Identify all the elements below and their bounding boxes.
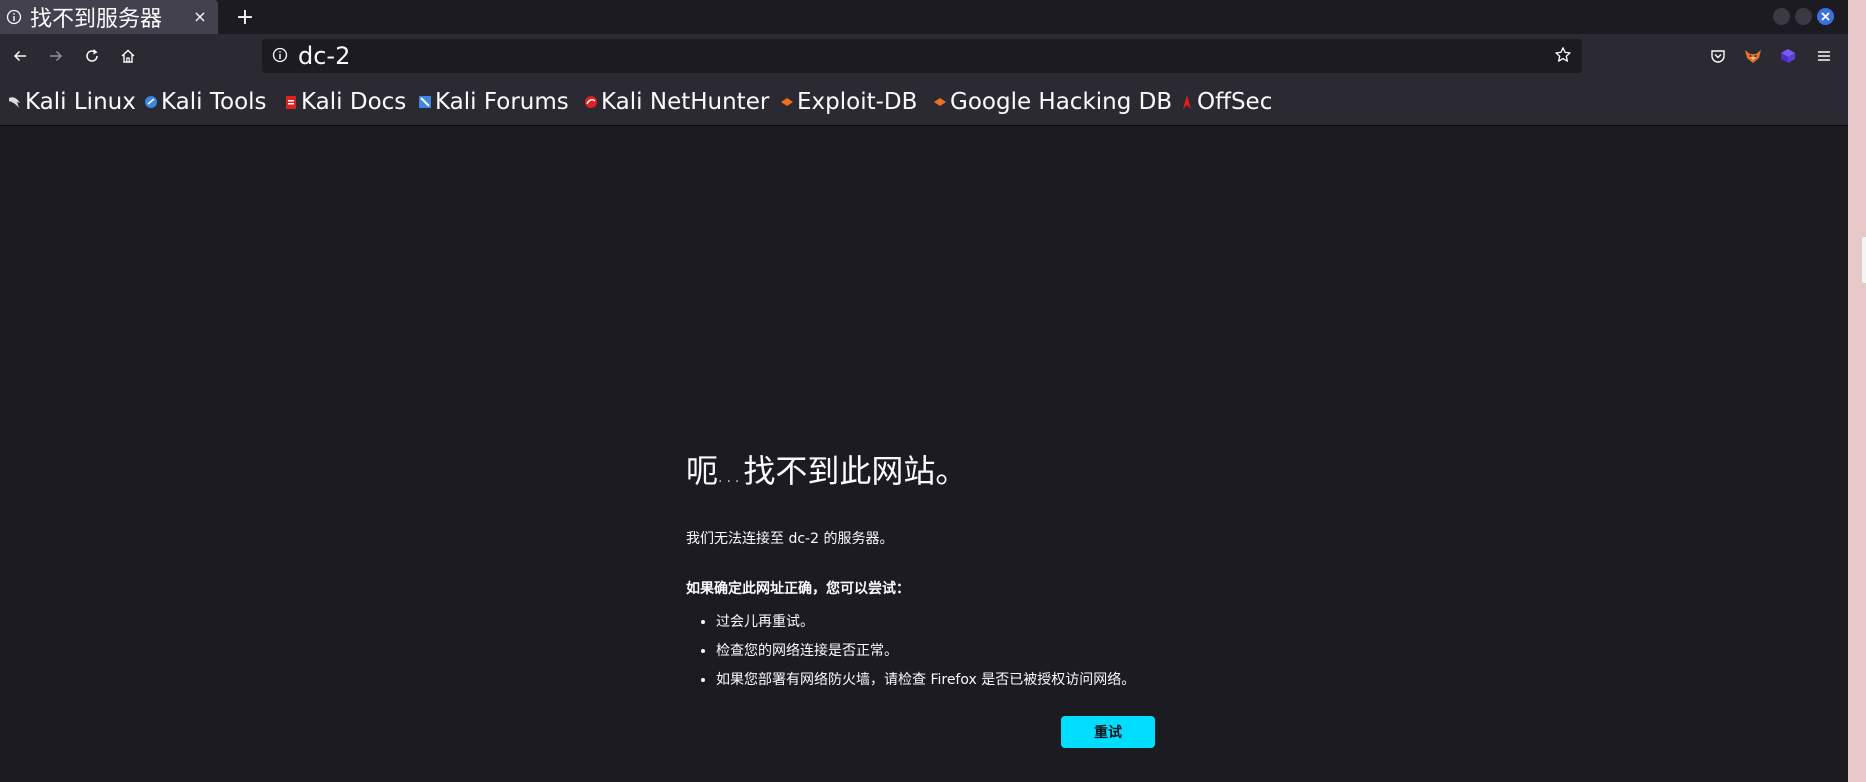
tab-title: 找不到服务器 [30, 7, 163, 32]
forward-arrow-icon [50, 50, 63, 62]
offsec-icon [1180, 94, 1194, 110]
maximize-button[interactable] [1795, 8, 1812, 25]
close-icon [1821, 12, 1830, 21]
bookmark-kali-nethunter[interactable]: Kali NetHunter [584, 88, 769, 116]
retry-button[interactable]: 重试 [1061, 716, 1155, 748]
info-icon [6, 9, 22, 25]
extension-cube-button[interactable] [1776, 44, 1800, 68]
bookmark-kali-forums[interactable]: Kali Forums [418, 88, 569, 116]
home-icon [121, 49, 135, 63]
error-title-start: 呃 [686, 452, 719, 490]
url-bar[interactable]: dc-2 [262, 39, 1582, 73]
hamburger-menu-icon [1818, 51, 1830, 61]
kali-dragon-icon [8, 94, 22, 110]
url-text[interactable]: dc-2 [298, 41, 350, 71]
forward-button[interactable] [42, 42, 70, 70]
bookmark-google-hacking-db[interactable]: Google Hacking DB [933, 88, 1172, 116]
reload-button[interactable] [78, 42, 106, 70]
suggestion-item: 检查您的网络连接是否正常。 [716, 643, 1206, 659]
bookmark-kali-docs[interactable]: Kali Docs [284, 88, 406, 116]
suggestion-heading: 如果确定此网址正确，您可以尝试： [686, 581, 910, 597]
bookmarks-toolbar: Kali Linux Kali Tools Kali Docs Kali For… [0, 78, 1848, 126]
app-menu-button[interactable] [1812, 44, 1836, 68]
kali-docs-icon [284, 94, 298, 110]
new-tab-button[interactable]: + [232, 4, 258, 30]
bookmark-kali-tools[interactable]: Kali Tools [144, 88, 267, 116]
kali-tools-icon [144, 94, 158, 110]
back-button[interactable] [6, 42, 34, 70]
tab-strip: 找不到服务器 × + [0, 0, 1848, 34]
side-panel-handle[interactable] [1861, 236, 1866, 284]
ghdb-icon [933, 94, 947, 110]
home-button[interactable] [114, 42, 142, 70]
kali-nethunter-icon [584, 94, 598, 110]
suggestion-item: 过会儿再重试。 [716, 614, 1206, 630]
reload-icon [86, 49, 98, 62]
bookmark-star-icon[interactable] [1554, 46, 1572, 68]
error-page-container: 呃...找不到此网站。 我们无法连接至 dc-2 的服务器。 如果确定此网址正确… [686, 446, 1206, 701]
extension-fox-button[interactable] [1741, 44, 1765, 68]
site-info-icon[interactable] [272, 47, 288, 67]
tab-active[interactable]: 找不到服务器 × [0, 0, 218, 34]
suggestion-list: 过会儿再重试。 检查您的网络连接是否正常。 如果您部署有网络防火墙，请检查 Fi… [686, 614, 1206, 688]
back-arrow-icon [13, 50, 26, 62]
kali-forums-icon [418, 94, 432, 110]
bookmark-exploit-db[interactable]: Exploit-DB [780, 88, 917, 116]
navigation-toolbar: dc-2 [0, 34, 1848, 78]
suggestion-item: 如果您部署有网络防火墙，请检查 Firefox 是否已被授权访问网络。 [716, 672, 1206, 688]
tab-close-icon[interactable]: × [190, 6, 210, 26]
pocket-button[interactable] [1706, 44, 1730, 68]
minimize-button[interactable] [1773, 8, 1790, 25]
fox-extension-icon [1745, 50, 1761, 63]
error-title-dots: ... [718, 470, 744, 486]
cube-extension-icon [1781, 49, 1795, 63]
window-close-button[interactable] [1817, 8, 1834, 25]
side-panel-edge [1848, 0, 1866, 782]
bookmark-kali-linux[interactable]: Kali Linux [8, 88, 136, 116]
error-title-end: 找不到此网站。 [743, 452, 968, 490]
pocket-icon [1711, 50, 1725, 63]
exploit-db-icon [780, 94, 794, 110]
error-description: 我们无法连接至 dc-2 的服务器。 [686, 531, 894, 547]
error-title: 呃...找不到此网站。 [686, 446, 1206, 492]
bookmark-offsec[interactable]: OffSec [1180, 88, 1272, 116]
